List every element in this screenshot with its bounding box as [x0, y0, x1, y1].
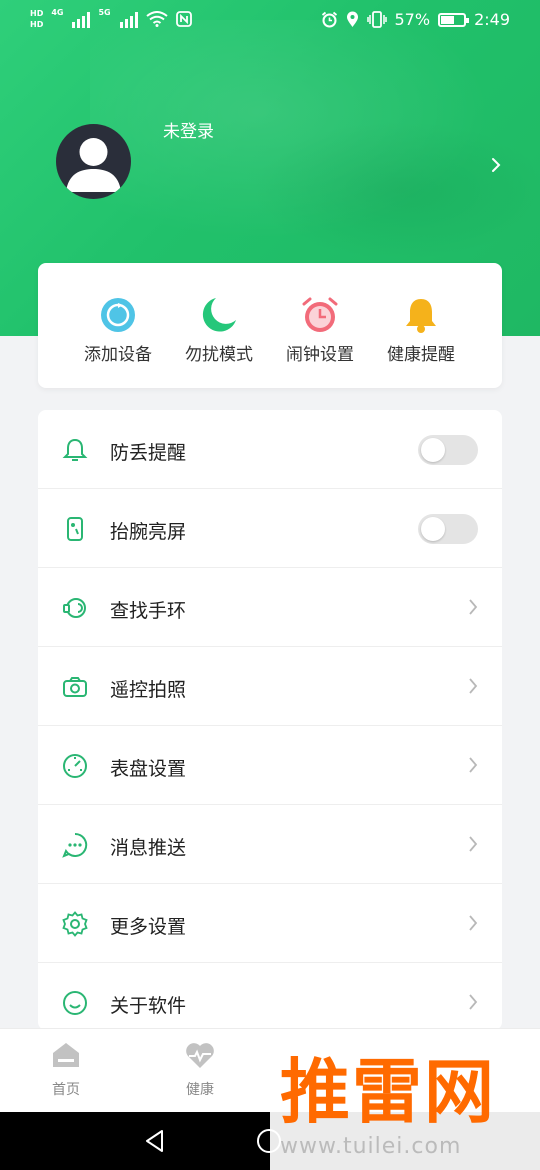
quick-alarm[interactable]: 闹钟设置 [270, 295, 370, 365]
chevron-right-icon [469, 994, 478, 1010]
login-status[interactable]: 未登录 [163, 117, 214, 142]
setting-label: 防丢提醒 [110, 442, 187, 464]
status-bar: HD HD 4G 5G 57% 2:49 [0, 0, 540, 42]
chevron-right-icon [469, 915, 478, 931]
anti-loss-toggle[interactable] [418, 435, 478, 465]
bell-icon [406, 299, 436, 333]
tab-label: 首页 [52, 1082, 80, 1098]
setting-label: 更多设置 [110, 916, 187, 938]
smile-icon [63, 991, 87, 1015]
avatar[interactable] [56, 124, 131, 199]
setting-more[interactable]: 更多设置 [38, 884, 502, 963]
battery-percent: 57% [394, 10, 431, 29]
quick-add-device[interactable]: 添加设备 [68, 295, 168, 365]
setting-about[interactable]: 关于软件 [38, 963, 502, 1030]
battery-icon [438, 12, 470, 27]
location-icon [346, 11, 358, 27]
quick-actions-card: 添加设备 勿扰模式 闹钟设置 健康提醒 [38, 263, 502, 388]
status-left: HD HD 4G 5G [30, 8, 192, 30]
vibrate-icon [366, 11, 387, 28]
watermark: 推雷网 www.tuilei.com [270, 1050, 540, 1170]
find-band-icon [63, 598, 86, 618]
setting-find-band[interactable]: 查找手环 [38, 568, 502, 647]
setting-anti-loss[interactable]: 防丢提醒 [38, 410, 502, 489]
add-device-icon [101, 298, 135, 332]
network-type-2: 5G [98, 8, 111, 17]
wrist-raise-icon [67, 517, 83, 541]
alarm-clock-icon [302, 297, 338, 332]
wifi-icon [146, 11, 168, 27]
quick-label: 健康提醒 [387, 345, 455, 365]
watch-face-icon [63, 754, 87, 778]
toggle-knob [421, 438, 445, 462]
quick-label: 闹钟设置 [286, 345, 354, 365]
signal-icon [72, 10, 91, 28]
user-icon [66, 138, 121, 192]
nfc-icon [175, 11, 192, 27]
setting-label: 抬腕亮屏 [110, 521, 187, 543]
tab-health[interactable]: 健康 [155, 1039, 245, 1099]
setting-raise-wrist[interactable]: 抬腕亮屏 [38, 489, 502, 568]
setting-label: 消息推送 [110, 837, 187, 859]
quick-label: 勿扰模式 [185, 345, 253, 365]
quick-do-not-disturb[interactable]: 勿扰模式 [169, 295, 269, 365]
home-icon [53, 1043, 79, 1067]
chevron-right-icon [469, 836, 478, 852]
clock-time: 2:49 [474, 10, 510, 29]
heart-icon [186, 1043, 214, 1068]
profile-chevron-icon[interactable] [490, 156, 502, 174]
message-icon [62, 832, 88, 858]
camera-icon [63, 677, 87, 697]
back-icon[interactable] [142, 1128, 168, 1154]
setting-label: 关于软件 [110, 995, 187, 1017]
setting-label: 表盘设置 [110, 758, 187, 780]
tab-label: 健康 [186, 1082, 214, 1098]
settings-list: 防丢提醒 抬腕亮屏 查找手环 遥控拍照 表盘设置 消息推送 更多设置 关于软件 [38, 410, 502, 1030]
quick-label: 添加设备 [84, 345, 152, 365]
raise-wrist-toggle[interactable] [418, 514, 478, 544]
setting-watch-face[interactable]: 表盘设置 [38, 726, 502, 805]
setting-remote-camera[interactable]: 遥控拍照 [38, 647, 502, 726]
header-background-shade [250, 120, 540, 260]
network-type-1: 4G [51, 8, 64, 17]
chevron-right-icon [469, 678, 478, 694]
watermark-title: 推雷网 [280, 1051, 496, 1133]
chevron-right-icon [469, 599, 478, 615]
status-right: 57% 2:49 [321, 10, 510, 29]
gear-icon [62, 911, 88, 937]
bell-outline-icon [62, 438, 88, 461]
setting-label: 查找手环 [110, 600, 187, 622]
watermark-url: www.tuilei.com [280, 1134, 462, 1159]
signal-icon-2 [119, 10, 138, 28]
setting-message-push[interactable]: 消息推送 [38, 805, 502, 884]
moon-icon [202, 298, 236, 332]
tab-home[interactable]: 首页 [21, 1039, 111, 1099]
toggle-knob [421, 517, 445, 541]
alarm-status-icon [321, 11, 337, 28]
setting-label: 遥控拍照 [110, 679, 187, 701]
chevron-right-icon [469, 757, 478, 773]
hd-indicator: HD HD [30, 9, 44, 29]
quick-health-reminder[interactable]: 健康提醒 [371, 295, 471, 365]
